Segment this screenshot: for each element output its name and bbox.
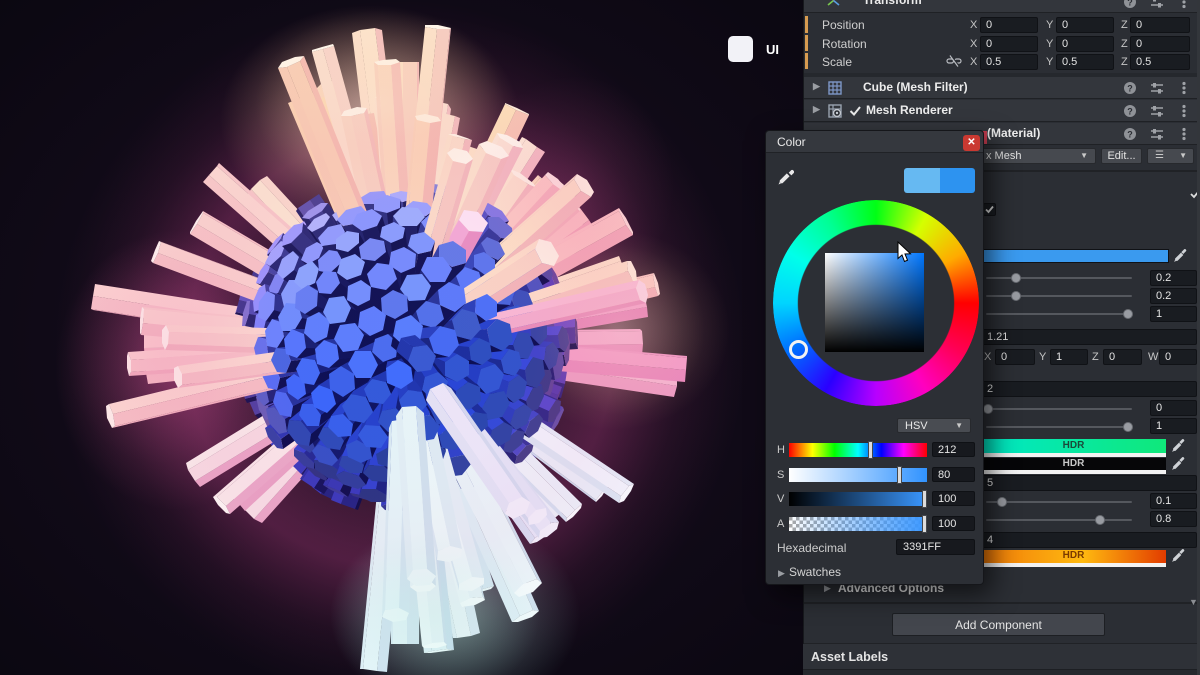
svg-text:?: ? xyxy=(1127,0,1133,8)
svg-text:?: ? xyxy=(1127,107,1133,117)
svg-text:?: ? xyxy=(1127,130,1133,140)
svg-text:?: ? xyxy=(1127,84,1133,94)
